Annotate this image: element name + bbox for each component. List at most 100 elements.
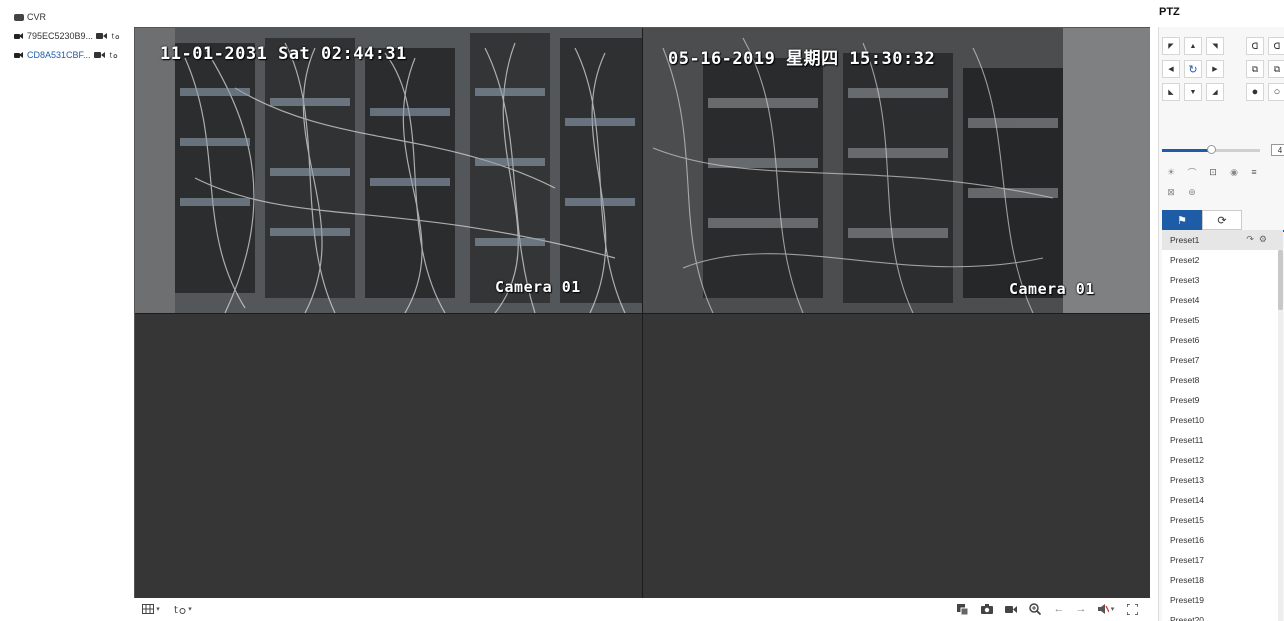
auto-focus-icon: ⊡: [1209, 166, 1217, 177]
menu-button[interactable]: ≡: [1245, 164, 1263, 180]
preset-item[interactable]: Preset8: [1162, 370, 1283, 390]
arrow-down-icon: ▼: [1189, 88, 1197, 96]
record-button[interactable]: [1003, 602, 1019, 616]
camera-icon: [14, 52, 24, 59]
light-icon: ☀: [1166, 166, 1176, 177]
ptz-left-button[interactable]: ◀: [1162, 60, 1180, 78]
preset-item-label: Preset20: [1170, 615, 1205, 621]
layout-grid-button[interactable]: ▾: [140, 602, 162, 616]
preset-item-label: Preset1: [1170, 235, 1200, 245]
stop-all-button[interactable]: [954, 602, 970, 616]
ptz-tabs: ⚑ ⟳: [1162, 210, 1284, 232]
iris-close-icon: ○: [1273, 86, 1281, 98]
preset-item[interactable]: Preset1 ↷ ⚙: [1162, 230, 1283, 250]
lens-init-button[interactable]: ◉: [1225, 164, 1243, 180]
auto-focus-button[interactable]: ⊡: [1204, 164, 1222, 180]
video-pane-4-empty[interactable]: [643, 313, 1150, 598]
ptz-down-left-button[interactable]: ◣: [1162, 83, 1180, 101]
device-tree: CVR 795EC5230B9... t CD8A531CBF... t: [0, 0, 134, 621]
preset-item-label: Preset6: [1170, 335, 1200, 345]
tree-item-device-2[interactable]: CD8A531CBF... t: [14, 48, 119, 62]
focus-far-button[interactable]: ⧉: [1268, 60, 1284, 78]
video-pane-2[interactable]: 05-16-2019 星期四 15:30:32 Camera 01: [643, 28, 1150, 313]
ptz-down-button[interactable]: ▼: [1184, 83, 1202, 101]
arrow-up-icon: ▲: [1189, 42, 1197, 50]
arrow-up-left-icon: ◤: [1168, 43, 1174, 50]
zoom-in-icon: ᗡ: [1251, 40, 1259, 51]
preset-item[interactable]: Preset4: [1162, 290, 1283, 310]
fullscreen-button[interactable]: [1124, 602, 1140, 616]
tree-item-label: CD8A531CBF...: [27, 50, 91, 60]
fullscreen-icon: [1126, 603, 1138, 615]
tree-root-cvr[interactable]: CVR: [14, 10, 46, 24]
preset-item[interactable]: Preset19: [1162, 590, 1283, 610]
tab-patrols[interactable]: ⟳: [1202, 210, 1242, 230]
ptz-up-button[interactable]: ▲: [1184, 37, 1202, 55]
set-preset-icon[interactable]: ⚙: [1259, 234, 1267, 244]
3d-zoom-button[interactable]: ⊠: [1162, 184, 1180, 200]
manual-tracking-button[interactable]: ⊛: [1183, 184, 1201, 200]
record-status-icon: [96, 33, 108, 39]
zoom-out-button[interactable]: ᗡ: [1268, 37, 1284, 55]
preset-item[interactable]: Preset2: [1162, 250, 1283, 270]
next-page-button[interactable]: →: [1073, 602, 1089, 616]
chevron-down-icon: ▾: [1110, 606, 1115, 613]
preset-item[interactable]: Preset18: [1162, 570, 1283, 590]
preset-item[interactable]: Preset11: [1162, 430, 1283, 450]
arrow-down-right-icon: ◢: [1212, 89, 1218, 96]
wiper-button[interactable]: ⌒: [1183, 164, 1201, 180]
volume-button[interactable]: ▾: [1095, 602, 1117, 616]
preset-item-label: Preset14: [1170, 495, 1205, 505]
video-pane-1[interactable]: 11-01-2031 Sat 02:44:31 Camera 01: [135, 28, 642, 313]
stream-type-icon: t: [174, 605, 186, 615]
stream-type-button[interactable]: t ▾: [172, 602, 194, 616]
preset-item[interactable]: Preset15: [1162, 510, 1283, 530]
live-view-grid: 11-01-2031 Sat 02:44:31 Camera 01 05-16-…: [134, 27, 1150, 598]
zoom-in-button[interactable]: ᗡ: [1246, 37, 1264, 55]
pane-divider: [135, 313, 1150, 314]
tree-item-device-1[interactable]: 795EC5230B9... t: [14, 29, 121, 43]
stop-all-icon: [956, 603, 968, 615]
preset-item-label: Preset10: [1170, 415, 1205, 425]
svg-text:t: t: [174, 605, 178, 615]
auto-scan-icon: ↻: [1188, 63, 1198, 76]
ptz-up-right-button[interactable]: ◥: [1206, 37, 1224, 55]
focus-near-button[interactable]: ⧉: [1246, 60, 1264, 78]
preset-item[interactable]: Preset20: [1162, 610, 1283, 621]
previous-page-button[interactable]: ←: [1051, 602, 1067, 616]
preset-item-label: Preset12: [1170, 455, 1205, 465]
preset-item[interactable]: Preset3: [1162, 270, 1283, 290]
osd-camera-name: Camera 01: [495, 278, 581, 296]
tab-presets[interactable]: ⚑: [1162, 210, 1202, 230]
capture-button[interactable]: [979, 602, 995, 616]
speed-slider-knob[interactable]: [1207, 145, 1216, 154]
ptz-status-icon: t: [112, 32, 120, 40]
ptz-auto-scan-button[interactable]: ↻: [1184, 60, 1202, 78]
preset-item[interactable]: Preset12: [1162, 450, 1283, 470]
previous-page-icon: ←: [1053, 603, 1065, 615]
call-preset-icon[interactable]: ↷: [1246, 234, 1254, 244]
iris-close-button[interactable]: ○: [1268, 83, 1284, 101]
ptz-right-button[interactable]: ▶: [1206, 60, 1224, 78]
preset-item[interactable]: Preset17: [1162, 550, 1283, 570]
preset-item[interactable]: Preset13: [1162, 470, 1283, 490]
preset-item[interactable]: Preset16: [1162, 530, 1283, 550]
iris-open-button[interactable]: ●: [1246, 83, 1264, 101]
preset-item-label: Preset4: [1170, 295, 1200, 305]
digital-zoom-button[interactable]: [1027, 602, 1043, 616]
camera-icon: [14, 33, 24, 40]
preset-item[interactable]: Preset14: [1162, 490, 1283, 510]
dvr-device-icon: [14, 13, 24, 21]
preset-item[interactable]: Preset7: [1162, 350, 1283, 370]
light-button[interactable]: ☀: [1162, 164, 1180, 180]
preset-item[interactable]: Preset5: [1162, 310, 1283, 330]
ptz-down-right-button[interactable]: ◢: [1206, 83, 1224, 101]
video-pane-3-empty[interactable]: [135, 313, 642, 598]
ptz-speed-slider[interactable]: [1162, 145, 1260, 154]
preset-list: Preset1 ↷ ⚙ Preset2 Preset3 Preset4 Preset5 Pr…: [1162, 230, 1283, 621]
ptz-up-left-button[interactable]: ◤: [1162, 37, 1180, 55]
preset-item[interactable]: Preset10: [1162, 410, 1283, 430]
preset-item[interactable]: Preset9: [1162, 390, 1283, 410]
preset-item[interactable]: Preset6: [1162, 330, 1283, 350]
preset-item-label: Preset9: [1170, 395, 1200, 405]
